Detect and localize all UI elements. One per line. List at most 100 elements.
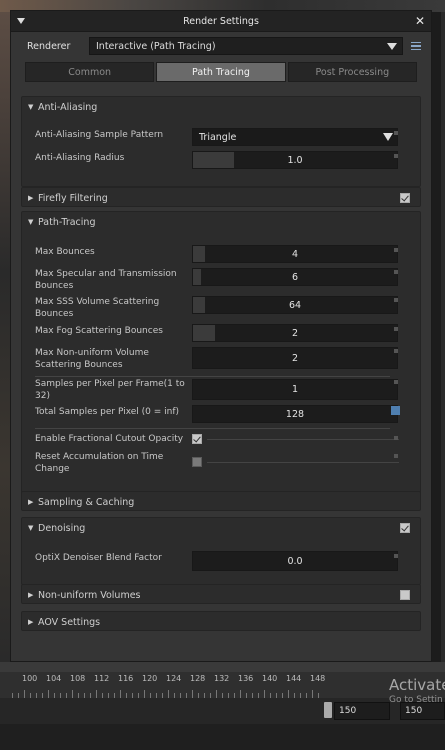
activation-watermark: Activate — [389, 676, 445, 694]
denoiser-blend-field[interactable]: 0.0 — [192, 551, 398, 571]
aov-header[interactable]: ▶ AOV Settings — [22, 612, 420, 632]
denoiser-blend-label: OptiX Denoiser Blend Factor — [35, 553, 162, 563]
sampling-header[interactable]: ▶ Sampling & Caching — [22, 492, 420, 512]
tab-path-tracing[interactable]: Path Tracing — [156, 62, 286, 82]
timeline-tick — [120, 690, 121, 698]
timeline-tick — [192, 690, 193, 698]
anti-aliasing-title: Anti-Aliasing — [38, 101, 98, 113]
activation-watermark-subtitle: Go to Settin — [389, 695, 443, 705]
slider-track — [207, 462, 399, 463]
denoising-title: Denoising — [38, 522, 86, 534]
reset-indicator[interactable] — [394, 454, 398, 458]
path-tracing-panel: ▼ Path-Tracing Max Bounces 4 Max Specula… — [21, 211, 421, 495]
timeline-tick — [72, 690, 73, 698]
firefly-enable-checkbox[interactable] — [400, 193, 410, 203]
window-titlebar[interactable]: Render Settings ✕ — [11, 11, 431, 32]
renderer-label: Renderer — [27, 40, 71, 52]
max-fog-field[interactable]: 2 — [192, 324, 398, 342]
max-specular-field[interactable]: 6 — [192, 268, 398, 286]
timeline-tick-label: 112 — [94, 674, 110, 683]
fractional-cutout-label: Enable Fractional Cutout Opacity — [35, 434, 184, 444]
bottom-strip — [0, 724, 445, 750]
timeline: 100 104 108 112 116 120 124 128 132 136 140 144 148 … — [0, 662, 445, 750]
reset-indicator[interactable] — [394, 298, 398, 302]
collapsed-caret-icon: ▶ — [28, 498, 34, 506]
renderer-dropdown[interactable]: Interactive (Path Tracing) — [89, 37, 403, 55]
timeline-tick-label: 108 — [70, 674, 86, 683]
timeline-tick — [144, 690, 145, 698]
reset-indicator[interactable] — [394, 248, 398, 252]
reset-indicator[interactable] — [394, 154, 398, 158]
timeline-tick — [96, 690, 97, 698]
sample-pattern-dropdown[interactable]: Triangle — [192, 128, 398, 146]
fractional-cutout-row: Enable Fractional Cutout Opacity — [35, 433, 420, 445]
tab-common[interactable]: Common — [25, 62, 155, 82]
nonuniform-enable-checkbox[interactable] — [400, 590, 410, 600]
collapsed-caret-icon: ▶ — [28, 194, 34, 202]
expanded-caret-icon: ▼ — [28, 103, 34, 111]
timeline-tick-label: 128 — [190, 674, 206, 683]
max-bounces-fill — [193, 246, 206, 262]
timeline-tick — [168, 690, 169, 698]
window-menu-triangle-icon[interactable] — [17, 18, 25, 24]
anti-aliasing-panel: ▼ Anti-Aliasing Anti-Aliasing Sample Pat… — [21, 96, 421, 187]
timeline-tick — [288, 690, 289, 698]
spp-frame-row: Samples per Pixel per Frame(1 to 32) 1 — [35, 378, 420, 402]
timeline-tick-label: 120 — [142, 674, 158, 683]
path-tracing-header[interactable]: ▼ Path-Tracing — [22, 212, 420, 232]
spp-frame-field[interactable]: 1 — [192, 379, 398, 400]
max-nonuniform-field[interactable]: 2 — [192, 347, 398, 369]
aa-radius-field[interactable]: 1.0 — [192, 151, 398, 169]
denoising-enable-checkbox[interactable] — [400, 523, 410, 533]
reset-accumulation-label: Reset Accumulation on Time Change — [35, 452, 164, 474]
close-icon[interactable]: ✕ — [415, 14, 425, 28]
timeline-tick-label: 100 — [22, 674, 38, 683]
max-specular-row: Max Specular and Transmission Bounces 6 — [35, 268, 420, 292]
max-fog-label: Max Fog Scattering Bounces — [35, 326, 163, 336]
max-bounces-field[interactable]: 4 — [192, 245, 398, 263]
denoiser-blend-value: 0.0 — [287, 555, 303, 567]
max-fog-value: 2 — [291, 327, 299, 339]
reset-indicator[interactable] — [394, 349, 398, 353]
settings-tabs: Common Path Tracing Post Processing — [11, 62, 431, 82]
reset-accumulation-row: Reset Accumulation on Time Change — [35, 451, 420, 475]
renderer-row: Renderer Interactive (Path Tracing) — [11, 32, 431, 60]
reset-indicator[interactable] — [394, 270, 398, 274]
max-sss-fill — [193, 297, 206, 313]
aov-title: AOV Settings — [38, 616, 101, 628]
tab-post-processing[interactable]: Post Processing — [287, 62, 417, 82]
reset-indicator[interactable] — [394, 380, 398, 384]
max-fog-row: Max Fog Scattering Bounces 2 — [35, 324, 420, 342]
modified-indicator[interactable] — [391, 406, 400, 415]
reset-accumulation-checkbox[interactable] — [192, 457, 202, 467]
denoising-header[interactable]: ▼ Denoising — [22, 518, 420, 538]
timeline-header-strip — [0, 662, 445, 672]
range-start-field[interactable]: 150 — [334, 702, 390, 720]
reset-indicator[interactable] — [394, 327, 398, 331]
nonuniform-header[interactable]: ▶ Non-uniform Volumes — [22, 585, 420, 605]
timeline-tick — [48, 690, 49, 698]
timeline-tick — [24, 690, 25, 698]
reset-indicator[interactable] — [394, 436, 398, 440]
section-divider — [35, 376, 390, 377]
firefly-header[interactable]: ▶ Firefly Filtering — [22, 188, 420, 208]
max-sss-label: Max SSS Volume Scattering Bounces — [35, 297, 160, 319]
timeline-tick-label: 124 — [166, 674, 182, 683]
fractional-cutout-checkbox[interactable] — [192, 434, 202, 444]
range-slider-handle[interactable] — [324, 702, 332, 718]
anti-aliasing-header[interactable]: ▼ Anti-Aliasing — [22, 97, 420, 117]
aa-radius-row: Anti-Aliasing Radius 1.0 — [35, 151, 420, 169]
denoiser-blend-row: OptiX Denoiser Blend Factor 0.0 — [35, 551, 420, 571]
sampling-title: Sampling & Caching — [38, 496, 135, 508]
hamburger-menu-icon[interactable] — [411, 41, 421, 51]
firefly-panel: ▶ Firefly Filtering — [21, 187, 421, 207]
reset-indicator[interactable] — [394, 131, 398, 135]
background-viewport-right — [441, 12, 445, 662]
max-sss-field[interactable]: 64 — [192, 296, 398, 314]
collapsed-caret-icon: ▶ — [28, 591, 34, 599]
reset-indicator[interactable] — [394, 554, 398, 558]
timeline-ruler[interactable]: 100 104 108 112 116 120 124 128 132 136 140 144 148 — [0, 672, 445, 698]
total-spp-field[interactable]: 128 — [192, 405, 398, 423]
window-title: Render Settings — [183, 15, 259, 27]
section-divider — [35, 428, 390, 429]
